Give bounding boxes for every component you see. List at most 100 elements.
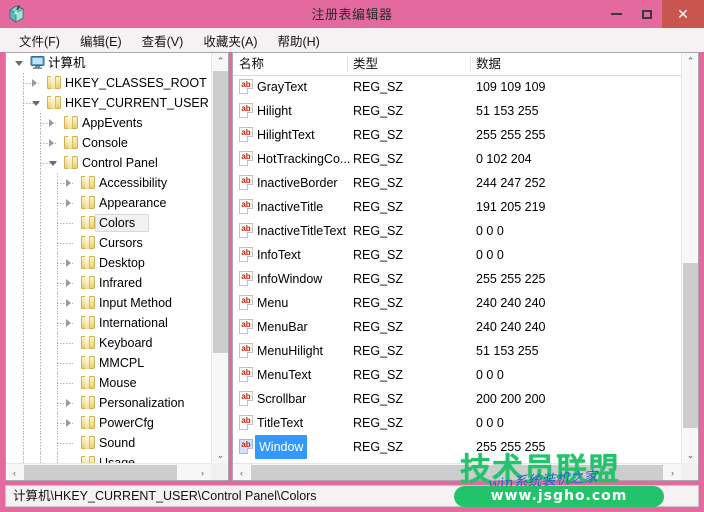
tree-item-14[interactable]: Keyboard xyxy=(6,333,211,353)
tree-vertical-scrollbar[interactable]: ⌃ ⌄ xyxy=(211,53,228,464)
tree-item-12[interactable]: Input Method xyxy=(6,293,211,313)
column-divider[interactable] xyxy=(470,56,471,72)
table-row[interactable]: ab MenuBar REG_SZ 240 240 240 xyxy=(233,315,681,339)
list-scroll-right-button[interactable]: › xyxy=(664,464,681,480)
table-row[interactable]: ab Scrollbar REG_SZ 200 200 200 xyxy=(233,387,681,411)
tree-connector xyxy=(23,293,24,313)
tree-connector xyxy=(23,133,24,153)
tree-item-13[interactable]: International xyxy=(6,313,211,333)
menu-item-2[interactable]: 查看(V) xyxy=(133,29,193,52)
list-column-header-1[interactable]: 类型 xyxy=(353,53,378,75)
table-row[interactable]: ab InactiveTitle REG_SZ 191 205 219 xyxy=(233,195,681,219)
tree-scroll-down-button[interactable]: ⌄ xyxy=(212,447,228,464)
ab-glyph: ab xyxy=(241,320,251,329)
list-column-header-0[interactable]: 名称 xyxy=(239,53,264,75)
table-row[interactable]: ab TitleText REG_SZ 0 0 0 xyxy=(233,411,681,435)
chevron-right-icon[interactable] xyxy=(66,299,71,307)
chevron-right-icon[interactable] xyxy=(66,279,71,287)
tree-item-17[interactable]: Personalization xyxy=(6,393,211,413)
column-divider[interactable] xyxy=(347,56,348,72)
chevron-down-icon[interactable] xyxy=(32,101,40,106)
value-data: 191 205 219 xyxy=(476,200,546,214)
tree-item-6[interactable]: Accessibility xyxy=(6,173,211,193)
chevron-right-icon[interactable] xyxy=(66,179,71,187)
chevron-right-icon[interactable] xyxy=(66,259,71,267)
tree-item-8[interactable]: Colors xyxy=(6,213,211,233)
folder-icon xyxy=(81,356,95,369)
chevron-right-icon[interactable] xyxy=(32,79,37,87)
maximize-button[interactable] xyxy=(631,0,662,28)
value-type: REG_SZ xyxy=(353,128,404,142)
tree-item-18[interactable]: PowerCfg xyxy=(6,413,211,433)
tree-item-4[interactable]: Console xyxy=(6,133,211,153)
registry-values-panel[interactable]: 名称 类型 数据 ab GrayText REG_SZ 109 109 109 ab Hili… xyxy=(232,52,699,481)
tree-item-3[interactable]: AppEvents xyxy=(6,113,211,133)
value-name: MenuText xyxy=(257,368,312,382)
menu-item-1[interactable]: 编辑(E) xyxy=(71,29,131,52)
list-hscrollbar-thumb[interactable] xyxy=(251,465,663,480)
value-type: REG_SZ xyxy=(353,440,404,454)
tree-item-7[interactable]: Appearance xyxy=(6,193,211,213)
tree-item-9[interactable]: Cursors xyxy=(6,233,211,253)
folder-icon xyxy=(81,456,95,463)
tree-hscrollbar-thumb[interactable] xyxy=(24,465,177,480)
tree-scroll-up-button[interactable]: ⌃ xyxy=(212,53,228,70)
tree-item-1[interactable]: HKEY_CLASSES_ROOT xyxy=(6,73,211,93)
tree-item-2[interactable]: HKEY_CURRENT_USER xyxy=(6,93,211,113)
tree-item-10[interactable]: Desktop xyxy=(6,253,211,273)
menu-item-0[interactable]: 文件(F) xyxy=(10,29,69,52)
folder-icon xyxy=(81,396,95,409)
chevron-right-icon[interactable] xyxy=(49,139,54,147)
string-value-icon: ab xyxy=(239,247,253,262)
list-scrollbar-thumb[interactable] xyxy=(683,263,698,428)
tree-connector xyxy=(23,213,24,233)
table-row[interactable]: ab MenuHilight REG_SZ 51 153 255 xyxy=(233,339,681,363)
chevron-right-icon[interactable] xyxy=(49,119,54,127)
chevron-right-icon[interactable] xyxy=(66,399,71,407)
list-scroll-up-button[interactable]: ⌃ xyxy=(682,53,698,70)
tree-scrollbar-thumb[interactable] xyxy=(213,71,228,353)
minimize-button[interactable] xyxy=(601,0,631,28)
table-row[interactable]: ab HotTrackingCo... REG_SZ 0 102 204 xyxy=(233,147,681,171)
chevron-right-icon[interactable] xyxy=(66,199,71,207)
tree-connector xyxy=(23,433,24,453)
chevron-right-icon[interactable] xyxy=(66,419,71,427)
table-row[interactable]: ab InfoWindow REG_SZ 255 255 225 xyxy=(233,267,681,291)
table-row[interactable]: ab Menu REG_SZ 240 240 240 xyxy=(233,291,681,315)
tree-item-20[interactable]: Usage xyxy=(6,453,211,463)
table-row[interactable]: ab InactiveTitleText REG_SZ 0 0 0 xyxy=(233,219,681,243)
list-vertical-scrollbar[interactable]: ⌃ ⌄ xyxy=(681,53,698,464)
chevron-down-icon[interactable] xyxy=(15,61,23,66)
tree-scrollbar-corner xyxy=(211,463,228,480)
chevron-right-icon[interactable] xyxy=(66,319,71,327)
menu-item-4[interactable]: 帮助(H) xyxy=(268,29,328,52)
list-scroll-down-button[interactable]: ⌄ xyxy=(682,447,698,464)
tree-item-16[interactable]: Mouse xyxy=(6,373,211,393)
tree-horizontal-scrollbar[interactable]: ‹ › xyxy=(6,463,211,480)
chevron-down-icon[interactable] xyxy=(49,161,57,166)
value-type: REG_SZ xyxy=(353,344,404,358)
list-scroll-left-button[interactable]: ‹ xyxy=(233,464,250,480)
registry-tree-panel[interactable]: 计算机 HKEY_CLASSES_ROOT HKEY_CURRENT_USER App… xyxy=(5,52,229,481)
ab-glyph: ab xyxy=(241,200,251,209)
tree-item-0[interactable]: 计算机 xyxy=(6,53,211,73)
tree-item-15[interactable]: MMCPL xyxy=(6,353,211,373)
list-horizontal-scrollbar[interactable]: ‹ › xyxy=(233,463,681,480)
table-row[interactable]: ab InfoText REG_SZ 0 0 0 xyxy=(233,243,681,267)
folder-icon xyxy=(81,176,95,189)
table-row[interactable]: ab InactiveBorder REG_SZ 244 247 252 xyxy=(233,171,681,195)
tree-item-19[interactable]: Sound xyxy=(6,433,211,453)
tree-scroll-right-button[interactable]: › xyxy=(194,464,211,480)
tree-item-11[interactable]: Infrared xyxy=(6,273,211,293)
table-row[interactable]: ab HilightText REG_SZ 255 255 255 xyxy=(233,123,681,147)
menu-item-3[interactable]: 收藏夹(A) xyxy=(194,29,266,52)
table-row[interactable]: ab Hilight REG_SZ 51 153 255 xyxy=(233,99,681,123)
table-row[interactable]: ab Window REG_SZ 255 255 255 xyxy=(233,435,681,459)
tree-item-5[interactable]: Control Panel xyxy=(6,153,211,173)
string-value-icon: ab xyxy=(239,391,253,406)
list-column-header-2[interactable]: 数据 xyxy=(476,53,501,75)
close-button[interactable]: ✕ xyxy=(662,0,704,28)
table-row[interactable]: ab MenuText REG_SZ 0 0 0 xyxy=(233,363,681,387)
table-row[interactable]: ab GrayText REG_SZ 109 109 109 xyxy=(233,75,681,99)
tree-scroll-left-button[interactable]: ‹ xyxy=(6,464,23,480)
